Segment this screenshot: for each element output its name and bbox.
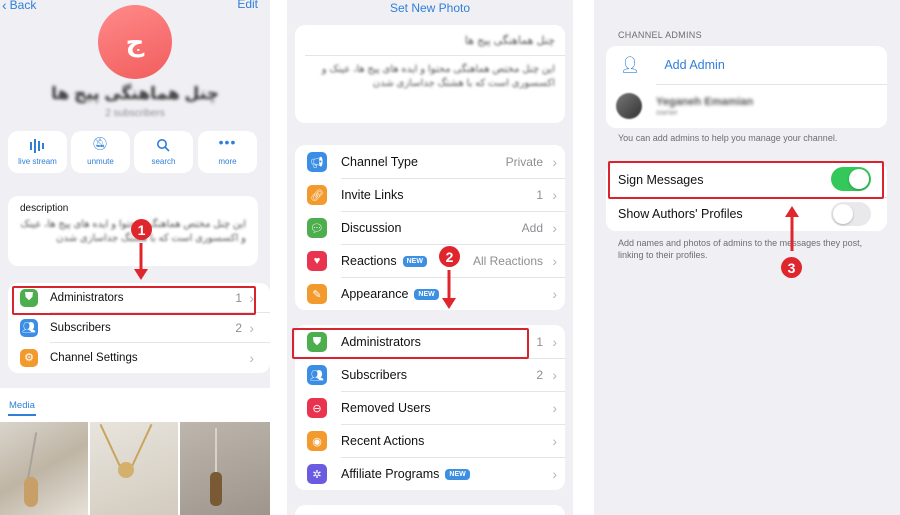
discussion-row[interactable]: 💬︎ Discussion Add ›	[295, 212, 565, 244]
name-description-card: چنل هماهنگی پیج ها این چنل مختص هماهنگی …	[295, 25, 565, 123]
media-thumb[interactable]	[0, 422, 88, 515]
link-icon: 🔗︎	[307, 185, 327, 205]
edit-button[interactable]: Edit	[237, 0, 258, 11]
admin-settings-panel: CHANNEL ADMINS 👤︎ Add Admin Yeganeh Emam…	[594, 0, 900, 515]
chevron-right-icon: ›	[552, 253, 557, 269]
step-2-arrow	[442, 270, 456, 309]
minus-circle-icon: ⊖	[307, 398, 327, 418]
admins-hint: You can add admins to help you manage yo…	[618, 133, 838, 143]
media-thumb[interactable]	[180, 422, 270, 515]
chevron-right-icon: ›	[552, 433, 557, 449]
affiliate-icon: ✲	[307, 464, 327, 484]
chevron-right-icon: ›	[552, 187, 557, 203]
description-label: description	[20, 203, 69, 214]
more-icon: •••	[218, 134, 237, 150]
media-thumb[interactable]	[90, 422, 178, 515]
channel-type-row[interactable]: 📢︎ Channel Type Private ›	[295, 146, 565, 178]
affiliate-programs-row[interactable]: ✲ Affiliate Programs NEW ›	[295, 458, 565, 490]
chevron-left-icon: ‹	[2, 0, 7, 13]
heart-icon: ♥	[307, 251, 327, 271]
search-icon	[157, 139, 170, 152]
back-button[interactable]: ‹ Back	[2, 0, 36, 13]
step-2-badge: 2	[439, 246, 460, 267]
section-title: CHANNEL ADMINS	[618, 30, 702, 40]
media-section: Media	[0, 388, 270, 515]
set-new-photo-link[interactable]: Set New Photo	[287, 1, 573, 15]
live-stream-button[interactable]: live stream	[8, 131, 67, 173]
channel-description-field[interactable]: این چنل مختص هماهنگی محتوا و ایده های پی…	[305, 63, 555, 91]
people-icon: 👥︎	[20, 318, 38, 337]
add-user-icon: 👤︎	[620, 57, 641, 74]
add-admin-row[interactable]: 👤︎ Add Admin	[606, 50, 887, 80]
invite-links-row[interactable]: 🔗︎ Invite Links 1 ›	[295, 179, 565, 211]
channel-avatar: ج	[98, 5, 172, 79]
megaphone-icon: 📢︎	[307, 152, 327, 172]
chat-bubble-icon: 💬︎	[307, 218, 327, 238]
channel-settings-row[interactable]: ⚙︎ Channel Settings ›	[8, 343, 270, 372]
channel-settings-card: 📢︎ Channel Type Private › 🔗︎ Invite Link…	[295, 145, 565, 310]
recent-actions-row[interactable]: ◉ Recent Actions ›	[295, 425, 565, 457]
eye-icon: ◉	[307, 431, 327, 451]
unmute-button[interactable]: 🔕︎ unmute	[71, 131, 130, 173]
chevron-right-icon: ›	[552, 367, 557, 383]
chevron-right-icon: ›	[552, 286, 557, 302]
chevron-right-icon: ›	[552, 334, 557, 350]
admins-card: 👤︎ Add Admin Yeganeh Emamian owner	[606, 46, 887, 128]
new-badge: NEW	[402, 255, 427, 267]
sign-hint: Add names and photos of admins to the me…	[618, 238, 863, 260]
removed-users-row[interactable]: ⊖ Removed Users ›	[295, 392, 565, 424]
edit-channel-panel: Set New Photo چنل هماهنگی پیج ها این چنل…	[287, 0, 573, 515]
people-icon: 👥︎	[307, 365, 327, 385]
admin-role: owner	[656, 107, 678, 117]
sign-messages-highlight	[608, 161, 884, 199]
brush-icon: ✎	[307, 284, 327, 304]
subscribers-row[interactable]: 👥︎ Subscribers 2 ›	[295, 359, 565, 391]
channel-name: چنل هماهنگی پیج ها	[51, 84, 219, 103]
chevron-right-icon: ›	[249, 319, 254, 336]
show-profiles-toggle[interactable]	[831, 202, 871, 226]
search-button[interactable]: search	[134, 131, 193, 173]
chevron-right-icon: ›	[552, 220, 557, 236]
subscribers-row[interactable]: 👥︎ Subscribers 2 ›	[8, 313, 270, 342]
step-1-arrow	[134, 243, 148, 280]
administrators-highlight	[12, 286, 256, 315]
more-button[interactable]: ••• more	[198, 131, 257, 173]
media-tab[interactable]: Media	[9, 400, 35, 411]
reactions-row[interactable]: ♥ Reactions NEW All Reactions ›	[295, 245, 565, 277]
subscribers-count: 2 subscribers	[105, 108, 165, 119]
avatar	[616, 93, 642, 119]
administrators-highlight	[292, 328, 529, 359]
waveform-icon	[30, 139, 44, 153]
appearance-row[interactable]: ✎ Appearance NEW ›	[295, 278, 565, 310]
chevron-right-icon: ›	[249, 349, 254, 366]
chevron-right-icon: ›	[552, 154, 557, 170]
bell-slash-icon: 🔕︎	[92, 136, 109, 151]
avatar-letter: ج	[125, 26, 145, 57]
show-profiles-row: Show Authors' Profiles	[606, 198, 887, 230]
channel-name-field[interactable]: چنل هماهنگی پیج ها	[305, 34, 555, 47]
chevron-right-icon: ›	[552, 400, 557, 416]
new-badge: NEW	[414, 288, 439, 300]
admin-row[interactable]: Yeganeh Emamian owner	[606, 88, 887, 124]
new-badge: NEW	[445, 468, 470, 480]
admin-name: Yeganeh Emamian	[656, 95, 754, 108]
step-3-badge: 3	[781, 257, 802, 278]
chevron-right-icon: ›	[552, 466, 557, 482]
step-1-badge: 1	[131, 219, 152, 240]
sliders-icon: ⚙︎	[20, 348, 38, 367]
step-3-arrow	[785, 206, 799, 251]
